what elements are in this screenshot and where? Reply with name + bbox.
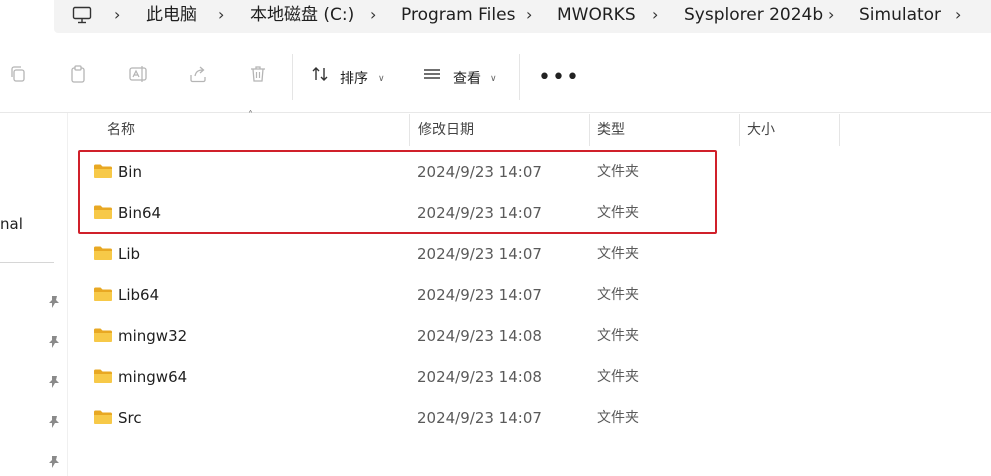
pin-icon[interactable] — [47, 415, 61, 429]
chevron-right-icon[interactable]: › — [828, 5, 834, 25]
file-row[interactable]: mingw32 2024/9/23 14:08 文件夹 — [80, 315, 980, 356]
chevron-right-icon[interactable]: › — [114, 5, 120, 25]
trash-icon — [251, 66, 265, 82]
file-date: 2024/9/23 14:07 — [417, 409, 542, 427]
file-date: 2024/9/23 14:07 — [417, 245, 542, 263]
navigation-pane[interactable]: nal — [0, 113, 68, 476]
file-name[interactable]: Bin — [118, 162, 142, 182]
nav-item-label[interactable]: nal — [0, 214, 23, 234]
sort-ascending-icon: ˄ — [248, 110, 253, 121]
breadcrumb-this-pc[interactable]: 此电脑 — [146, 5, 197, 25]
file-row[interactable]: Lib64 2024/9/23 14:07 文件夹 — [80, 274, 980, 315]
file-date: 2024/9/23 14:07 — [417, 204, 542, 222]
file-date: 2024/9/23 14:07 — [417, 163, 542, 181]
file-type: 文件夹 — [597, 205, 639, 221]
sort-icon — [312, 67, 328, 81]
file-row[interactable]: Bin64 2024/9/23 14:07 文件夹 — [80, 192, 980, 233]
sort-button[interactable]: 排序 — [340, 70, 368, 88]
share-button[interactable] — [180, 56, 216, 92]
pin-icon[interactable] — [47, 335, 61, 349]
clipboard-icon — [71, 65, 85, 83]
sort-icon-wrap[interactable] — [302, 56, 338, 92]
chevron-right-icon[interactable]: › — [955, 5, 961, 25]
file-type: 文件夹 — [597, 164, 639, 180]
column-divider[interactable] — [839, 114, 840, 146]
file-type: 文件夹 — [597, 369, 639, 385]
chevron-right-icon[interactable]: › — [526, 5, 532, 25]
breadcrumb-mworks[interactable]: MWORKS — [557, 5, 636, 25]
file-name[interactable]: Bin64 — [118, 203, 161, 223]
share-icon — [190, 66, 206, 83]
column-divider[interactable] — [739, 114, 740, 146]
column-divider[interactable] — [589, 114, 590, 146]
file-name[interactable]: mingw32 — [118, 326, 187, 346]
file-date: 2024/9/23 14:08 — [417, 368, 542, 386]
file-row[interactable]: Lib 2024/9/23 14:07 文件夹 — [80, 233, 980, 274]
breadcrumb-program-files[interactable]: Program Files — [401, 5, 515, 25]
file-type: 文件夹 — [597, 287, 639, 303]
file-date: 2024/9/23 14:07 — [417, 286, 542, 304]
file-type: 文件夹 — [597, 410, 639, 426]
file-row[interactable]: mingw64 2024/9/23 14:08 文件夹 — [80, 356, 980, 397]
view-button[interactable]: 查看 — [453, 70, 481, 88]
chevron-right-icon[interactable]: › — [652, 5, 658, 25]
chevron-down-icon[interactable]: ∨ — [490, 70, 497, 88]
command-bar: 排序 ∨ 查看 ∨ ••• — [0, 46, 991, 112]
view-icon-wrap[interactable] — [414, 56, 450, 92]
file-row[interactable]: Src 2024/9/23 14:07 文件夹 — [80, 397, 980, 438]
this-pc-icon[interactable] — [72, 5, 92, 25]
paste-button[interactable] — [60, 56, 96, 92]
toolbar-bottom-divider — [0, 112, 991, 113]
file-name[interactable]: Lib64 — [118, 285, 159, 305]
chevron-right-icon[interactable]: › — [370, 5, 376, 25]
more-options-icon[interactable]: ••• — [538, 67, 580, 89]
file-date: 2024/9/23 14:08 — [417, 327, 542, 345]
pin-icon[interactable] — [47, 295, 61, 309]
chevron-down-icon[interactable]: ∨ — [378, 70, 385, 88]
breadcrumb-local-disk[interactable]: 本地磁盘 (C:) — [250, 5, 354, 25]
column-divider[interactable] — [409, 114, 410, 146]
file-type: 文件夹 — [597, 246, 639, 262]
chevron-right-icon[interactable]: › — [218, 5, 224, 25]
folder-icon — [94, 164, 112, 178]
toolbar-divider — [292, 54, 293, 100]
folder-icon — [94, 287, 112, 301]
column-header-date[interactable]: 修改日期 — [418, 121, 474, 139]
file-name[interactable]: mingw64 — [118, 367, 187, 387]
folder-icon — [94, 410, 112, 424]
file-type: 文件夹 — [597, 328, 639, 344]
rename-button[interactable] — [120, 56, 156, 92]
file-name[interactable]: Lib — [118, 244, 140, 264]
file-row[interactable]: Bin 2024/9/23 14:07 文件夹 — [80, 151, 980, 192]
nav-divider — [0, 262, 54, 263]
copy-icon — [11, 66, 25, 82]
breadcrumb-simulator[interactable]: Simulator — [859, 5, 941, 25]
folder-icon — [94, 369, 112, 383]
view-icon — [424, 69, 440, 79]
delete-button[interactable] — [240, 56, 276, 92]
pin-icon[interactable] — [47, 375, 61, 389]
column-header-size[interactable]: 大小 — [747, 121, 775, 139]
folder-icon — [94, 205, 112, 219]
breadcrumb-sysplorer[interactable]: Sysplorer 2024b — [684, 5, 823, 25]
rename-icon — [129, 66, 147, 82]
column-header-type[interactable]: 类型 — [597, 121, 625, 139]
folder-icon — [94, 328, 112, 342]
column-header-name[interactable]: 名称 — [107, 121, 135, 139]
file-name[interactable]: Src — [118, 408, 142, 428]
toolbar-divider — [519, 54, 520, 100]
copy-button[interactable] — [0, 56, 36, 92]
pin-icon[interactable] — [47, 455, 61, 469]
pane-divider[interactable] — [67, 113, 68, 476]
folder-icon — [94, 246, 112, 260]
